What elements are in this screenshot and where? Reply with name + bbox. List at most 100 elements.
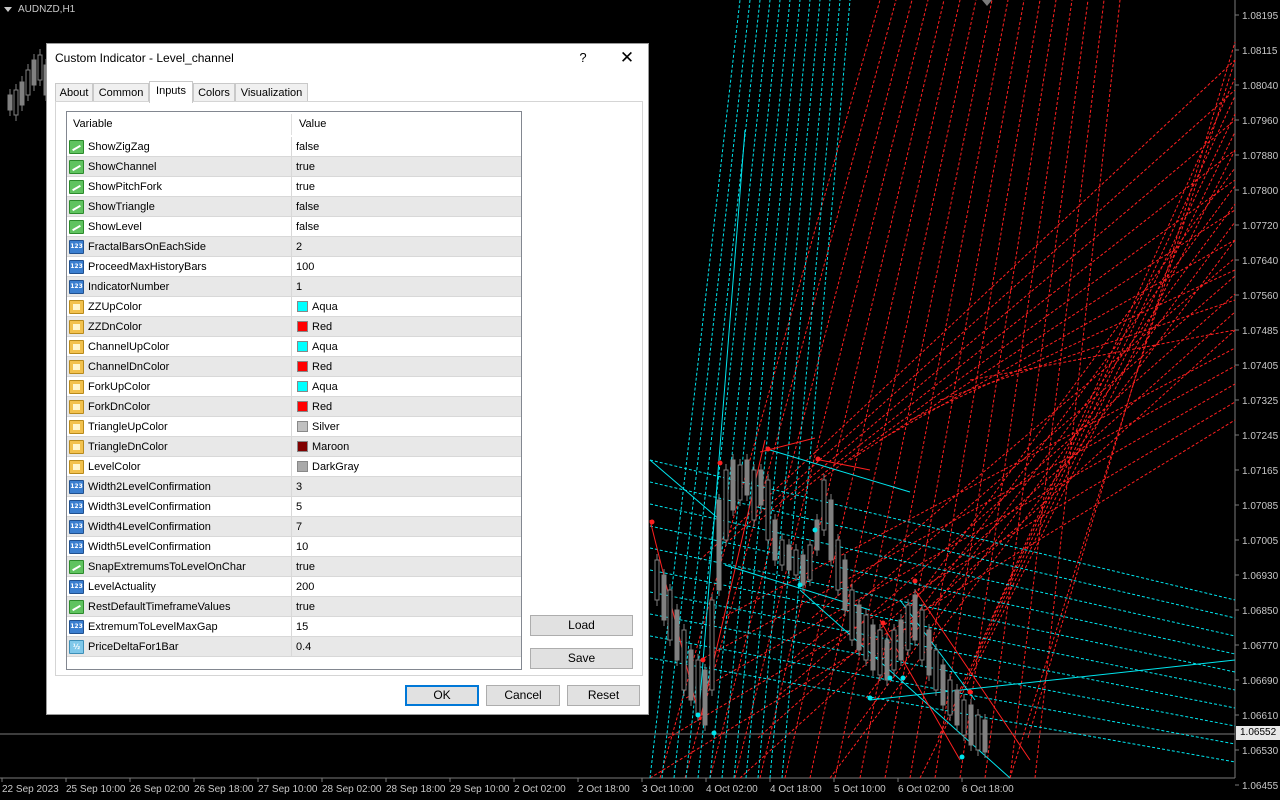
reset-button[interactable]: Reset <box>567 685 640 706</box>
candle <box>716 494 722 596</box>
param-name: Width3LevelConfirmation <box>88 501 211 513</box>
param-value[interactable]: Aqua <box>312 297 338 317</box>
param-row-Width3LevelConfirmation[interactable]: 123 Width3LevelConfirmation 5 <box>67 497 521 517</box>
tab-common[interactable]: Common <box>93 83 149 102</box>
param-value[interactable]: 0.4 <box>296 637 311 657</box>
price-tick-label: 1.06610 <box>1242 711 1279 722</box>
price-tick-label: 1.07485 <box>1242 326 1279 337</box>
param-value[interactable]: 1 <box>296 277 302 297</box>
param-row-ZZDnColor[interactable]: ZZDnColor Red <box>67 317 521 337</box>
param-row-Width4LevelConfirmation[interactable]: 123 Width4LevelConfirmation 7 <box>67 517 521 537</box>
int-type-icon: 123 <box>69 240 84 254</box>
param-row-IndicatorNumber[interactable]: 123 IndicatorNumber 1 <box>67 277 521 297</box>
candle <box>737 459 743 506</box>
candle <box>13 84 19 121</box>
candle <box>912 589 918 646</box>
candle <box>695 654 701 721</box>
param-value[interactable]: Red <box>312 317 332 337</box>
candle <box>877 624 883 681</box>
param-row-TriangleDnColor[interactable]: TriangleDnColor Maroon <box>67 437 521 457</box>
param-row-LevelActuality[interactable]: 123 LevelActuality 200 <box>67 577 521 597</box>
save-button[interactable]: Save <box>530 648 633 669</box>
param-row-ChannelDnColor[interactable]: ChannelDnColor Red <box>67 357 521 377</box>
color-swatch <box>297 461 308 472</box>
param-row-ProceedMaxHistoryBars[interactable]: 123 ProceedMaxHistoryBars 100 <box>67 257 521 277</box>
candle <box>961 694 967 741</box>
param-value[interactable]: Aqua <box>312 377 338 397</box>
time-tick-label: 26 Sep 18:00 <box>194 784 254 795</box>
int-type-icon: 123 <box>69 580 84 594</box>
price-tick-label: 1.06850 <box>1242 606 1279 617</box>
param-value[interactable]: Red <box>312 357 332 377</box>
param-value[interactable]: true <box>296 597 315 617</box>
param-value[interactable]: false <box>296 217 319 237</box>
tab-inputs[interactable]: Inputs <box>149 81 193 103</box>
param-value[interactable]: false <box>296 197 319 217</box>
param-value[interactable]: 5 <box>296 497 302 517</box>
param-row-ForkDnColor[interactable]: ForkDnColor Red <box>67 397 521 417</box>
candle <box>688 644 694 706</box>
param-value[interactable]: 7 <box>296 517 302 537</box>
param-value[interactable]: true <box>296 557 315 577</box>
param-value[interactable]: 10 <box>296 537 308 557</box>
param-row-ShowLevel[interactable]: ShowLevel false <box>67 217 521 237</box>
candle <box>856 599 862 656</box>
param-row-ShowChannel[interactable]: ShowChannel true <box>67 157 521 177</box>
candle <box>982 714 988 758</box>
param-value[interactable]: 3 <box>296 477 302 497</box>
param-value[interactable]: Maroon <box>312 437 349 457</box>
param-row-FractalBarsOnEachSide[interactable]: 123 FractalBarsOnEachSide 2 <box>67 237 521 257</box>
header-value[interactable]: Value <box>299 112 326 137</box>
color-swatch <box>297 381 308 392</box>
header-variable[interactable]: Variable <box>73 112 113 137</box>
param-row-ExtremumToLevelMaxGap[interactable]: 123 ExtremumToLevelMaxGap 15 <box>67 617 521 637</box>
int-type-icon: 123 <box>69 500 84 514</box>
param-row-Width5LevelConfirmation[interactable]: 123 Width5LevelConfirmation 10 <box>67 537 521 557</box>
param-row-RestDefaultTimeframeValues[interactable]: RestDefaultTimeframeValues true <box>67 597 521 617</box>
close-button[interactable]: ✕ <box>615 47 639 69</box>
load-button[interactable]: Load <box>530 615 633 636</box>
tab-colors[interactable]: Colors <box>193 83 235 102</box>
tab-about[interactable]: About <box>55 83 93 102</box>
price-tick-label: 1.08040 <box>1242 81 1279 92</box>
pivot-dot <box>717 460 723 466</box>
tab-visualization[interactable]: Visualization <box>235 83 308 102</box>
param-row-ShowTriangle[interactable]: ShowTriangle false <box>67 197 521 217</box>
pivot-dot <box>695 712 701 718</box>
param-row-LevelColor[interactable]: LevelColor DarkGray <box>67 457 521 477</box>
param-value[interactable]: Red <box>312 397 332 417</box>
param-row-ChannelUpColor[interactable]: ChannelUpColor Aqua <box>67 337 521 357</box>
time-tick-label: 4 Oct 02:00 <box>706 784 758 795</box>
param-row-Width2LevelConfirmation[interactable]: 123 Width2LevelConfirmation 3 <box>67 477 521 497</box>
pivot-dot <box>867 695 873 701</box>
param-value[interactable]: false <box>296 137 319 157</box>
param-value[interactable]: DarkGray <box>312 457 359 477</box>
param-row-TriangleUpColor[interactable]: TriangleUpColor Silver <box>67 417 521 437</box>
param-row-ZZUpColor[interactable]: ZZUpColor Aqua <box>67 297 521 317</box>
param-value[interactable]: 200 <box>296 577 314 597</box>
price-tick-label: 1.06770 <box>1242 641 1279 652</box>
param-value[interactable]: Silver <box>312 417 340 437</box>
candle <box>940 659 946 711</box>
param-value[interactable]: 100 <box>296 257 314 277</box>
cancel-button[interactable]: Cancel <box>486 685 560 706</box>
ok-button[interactable]: OK <box>405 685 479 706</box>
param-row-PriceDeltaFor1Bar[interactable]: ½ PriceDeltaFor1Bar 0.4 <box>67 637 521 657</box>
param-row-ForkUpColor[interactable]: ForkUpColor Aqua <box>67 377 521 397</box>
candle <box>926 624 932 681</box>
param-row-ShowPitchFork[interactable]: ShowPitchFork true <box>67 177 521 197</box>
pivot-dot <box>711 730 717 736</box>
param-value[interactable]: true <box>296 177 315 197</box>
help-button[interactable]: ? <box>573 47 593 69</box>
param-row-ShowZigZag[interactable]: ShowZigZag false <box>67 137 521 157</box>
symbol-menu-icon[interactable] <box>4 7 12 12</box>
param-value[interactable]: Aqua <box>312 337 338 357</box>
param-value[interactable]: 2 <box>296 237 302 257</box>
candle <box>863 609 869 666</box>
param-row-SnapExtremumsToLevelOnChar[interactable]: SnapExtremumsToLevelOnChar true <box>67 557 521 577</box>
param-value[interactable]: 15 <box>296 617 308 637</box>
price-tick-label: 1.06690 <box>1242 676 1279 687</box>
param-value[interactable]: true <box>296 157 315 177</box>
color-type-icon <box>69 300 84 314</box>
candle <box>954 684 960 731</box>
